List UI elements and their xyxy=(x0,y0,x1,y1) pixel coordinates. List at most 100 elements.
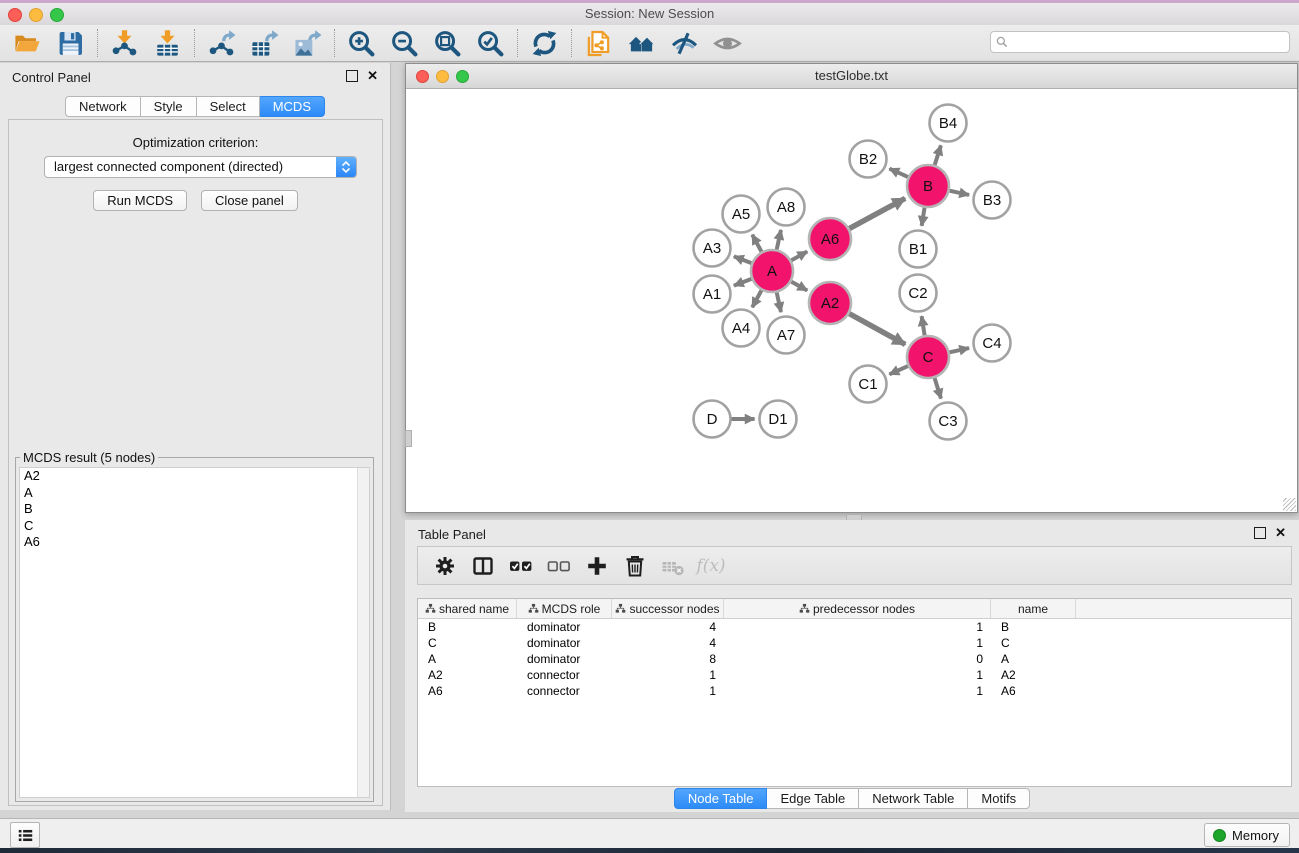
hide-selected-button[interactable] xyxy=(663,27,706,60)
table-row[interactable]: A2connector11A2 xyxy=(418,667,1291,683)
splitter-handle-vertical[interactable] xyxy=(405,430,412,447)
cell-name[interactable]: A xyxy=(991,651,1076,667)
graph-edge-A-A7[interactable] xyxy=(777,292,781,312)
graph-node-B3[interactable]: B3 xyxy=(974,182,1011,219)
close-table-panel-icon[interactable]: ✕ xyxy=(1275,528,1286,538)
graph-edge-A-A3[interactable] xyxy=(734,256,752,263)
cell-predecessor-nodes[interactable]: 0 xyxy=(724,651,991,667)
cell-shared-name[interactable]: A6 xyxy=(418,683,517,699)
export-network-button[interactable] xyxy=(200,27,243,60)
mcds-result-item[interactable]: C xyxy=(20,518,369,535)
graph-node-A7[interactable]: A7 xyxy=(768,317,805,354)
zoom-out-button[interactable] xyxy=(383,27,426,60)
graph-node-B4[interactable]: B4 xyxy=(930,105,967,142)
cell-shared-name[interactable]: A xyxy=(418,651,517,667)
tab-style[interactable]: Style xyxy=(141,96,197,117)
column-view-button[interactable] xyxy=(464,551,502,581)
import-table-button[interactable] xyxy=(146,27,189,60)
cell-name[interactable]: A2 xyxy=(991,667,1076,683)
tab-node-table[interactable]: Node Table xyxy=(674,788,768,809)
table-row[interactable]: Adominator80A xyxy=(418,651,1291,667)
graph-edge-C-C4[interactable] xyxy=(949,348,969,352)
column-header-successor-nodes[interactable]: successor nodes xyxy=(612,599,724,618)
graph-node-C2[interactable]: C2 xyxy=(900,275,937,312)
graph-node-A1[interactable]: A1 xyxy=(694,276,731,313)
graph-node-D1[interactable]: D1 xyxy=(760,401,797,438)
tab-mcds[interactable]: MCDS xyxy=(260,96,325,117)
cell-predecessor-nodes[interactable]: 1 xyxy=(724,667,991,683)
table-row[interactable]: Bdominator41B xyxy=(418,619,1291,635)
tab-network-table[interactable]: Network Table xyxy=(859,788,968,809)
zoom-selected-button[interactable] xyxy=(469,27,512,60)
export-image-button[interactable] xyxy=(286,27,329,60)
graph-edge-B-B2[interactable] xyxy=(889,169,908,177)
graph-node-B[interactable]: B xyxy=(907,165,949,207)
cell-predecessor-nodes[interactable]: 1 xyxy=(724,635,991,651)
graph-node-A8[interactable]: A8 xyxy=(768,189,805,226)
cell-successor-nodes[interactable]: 8 xyxy=(612,651,724,667)
add-column-button[interactable] xyxy=(578,551,616,581)
table-settings-button[interactable] xyxy=(426,551,464,581)
cell-predecessor-nodes[interactable]: 1 xyxy=(724,619,991,635)
select-all-columns-button[interactable] xyxy=(502,551,540,581)
graph-node-D[interactable]: D xyxy=(694,401,731,438)
task-history-button[interactable] xyxy=(10,822,40,848)
graph-edge-A-A6[interactable] xyxy=(791,252,807,261)
list-scrollbar[interactable] xyxy=(357,468,369,797)
apply-layout-button[interactable] xyxy=(523,27,566,60)
show-all-button[interactable] xyxy=(706,27,749,60)
close-panel-button[interactable]: Close panel xyxy=(201,190,298,211)
graph-edge-C-C3[interactable] xyxy=(935,378,941,399)
cell-successor-nodes[interactable]: 4 xyxy=(612,635,724,651)
tab-motifs[interactable]: Motifs xyxy=(968,788,1030,809)
graph-node-C1[interactable]: C1 xyxy=(850,366,887,403)
mcds-result-item[interactable]: B xyxy=(20,501,369,518)
network-graph[interactable]: B4B2BB3A5A8A6B1A3AA1C2A2A4A7C4CC1C3DD1 xyxy=(406,89,1297,512)
export-table-button[interactable] xyxy=(243,27,286,60)
graph-edge-A2-C[interactable] xyxy=(849,314,905,345)
graph-node-B1[interactable]: B1 xyxy=(900,231,937,268)
table-row[interactable]: A6connector11A6 xyxy=(418,683,1291,699)
cell-shared-name[interactable]: C xyxy=(418,635,517,651)
graph-edge-A-A2[interactable] xyxy=(791,282,807,291)
graph-edge-A-A5[interactable] xyxy=(752,235,761,252)
graph-edge-C-C1[interactable] xyxy=(889,366,908,374)
table-row[interactable]: Cdominator41C xyxy=(418,635,1291,651)
graph-edge-A-A4[interactable] xyxy=(752,290,761,307)
graph-edge-B-B1[interactable] xyxy=(922,208,925,226)
cell-successor-nodes[interactable]: 1 xyxy=(612,683,724,699)
mcds-result-item[interactable]: A6 xyxy=(20,534,369,551)
cell-name[interactable]: B xyxy=(991,619,1076,635)
deselect-all-columns-button[interactable] xyxy=(540,551,578,581)
delete-column-button[interactable] xyxy=(616,551,654,581)
tab-edge-table[interactable]: Edge Table xyxy=(767,788,859,809)
graph-node-A6[interactable]: A6 xyxy=(809,218,851,260)
new-network-from-selection-button[interactable] xyxy=(577,27,620,60)
mcds-result-item[interactable]: A xyxy=(20,485,369,502)
network-canvas[interactable]: B4B2BB3A5A8A6B1A3AA1C2A2A4A7C4CC1C3DD1 xyxy=(406,89,1297,512)
graph-node-A5[interactable]: A5 xyxy=(723,196,760,233)
graph-node-B2[interactable]: B2 xyxy=(850,141,887,178)
graph-edge-B-B3[interactable] xyxy=(949,191,969,195)
search-field[interactable] xyxy=(990,31,1290,53)
cell-name[interactable]: A6 xyxy=(991,683,1076,699)
graph-node-A[interactable]: A xyxy=(751,250,793,292)
cell-predecessor-nodes[interactable]: 1 xyxy=(724,683,991,699)
float-panel-icon[interactable] xyxy=(346,70,358,82)
mcds-result-item[interactable]: A2 xyxy=(20,468,369,485)
graph-node-C3[interactable]: C3 xyxy=(930,403,967,440)
graph-edge-A-A1[interactable] xyxy=(734,279,752,286)
graph-edge-A-A8[interactable] xyxy=(777,230,781,250)
import-network-button[interactable] xyxy=(103,27,146,60)
graph-node-A3[interactable]: A3 xyxy=(694,230,731,267)
cell-MCDS-role[interactable]: connector xyxy=(517,683,612,699)
column-header-predecessor-nodes[interactable]: predecessor nodes xyxy=(724,599,991,618)
cell-MCDS-role[interactable]: dominator xyxy=(517,651,612,667)
cell-MCDS-role[interactable]: dominator xyxy=(517,635,612,651)
dropdown-stepper-icon[interactable] xyxy=(336,157,356,177)
cell-MCDS-role[interactable]: dominator xyxy=(517,619,612,635)
graph-node-A4[interactable]: A4 xyxy=(723,310,760,347)
zoom-fit-button[interactable] xyxy=(426,27,469,60)
graph-edge-A6-B[interactable] xyxy=(849,198,905,228)
graph-node-C4[interactable]: C4 xyxy=(974,325,1011,362)
